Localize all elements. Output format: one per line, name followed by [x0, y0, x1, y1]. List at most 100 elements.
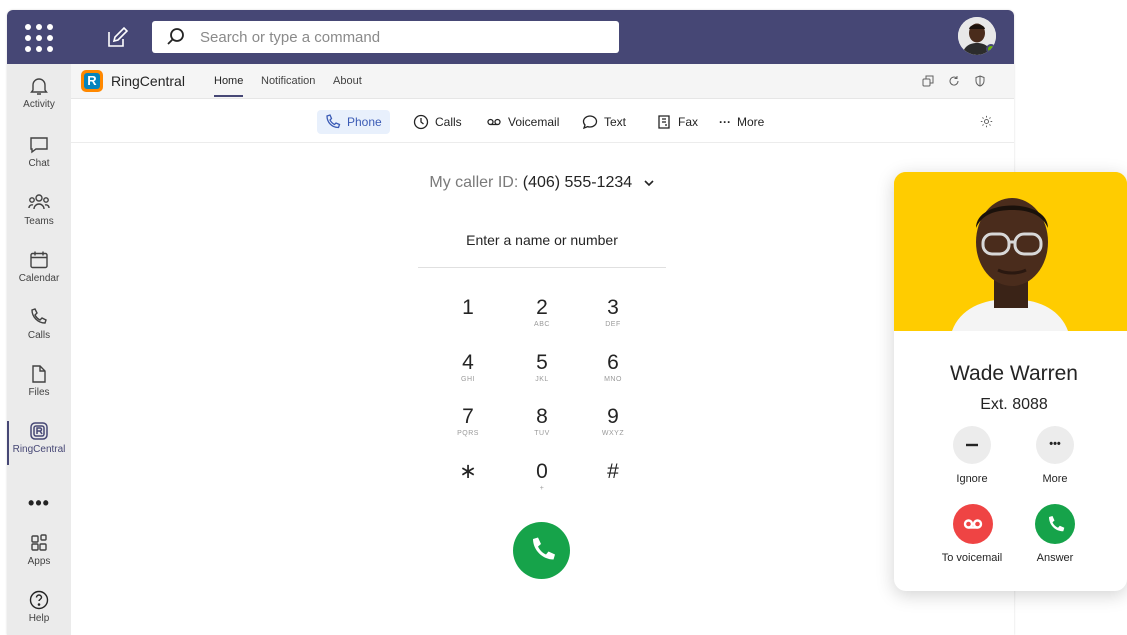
rail-label: Apps: [27, 556, 51, 567]
rail-item-ringcentral[interactable]: RingCentral: [7, 421, 71, 477]
phone-icon: [326, 114, 341, 129]
caller-portrait-icon: [894, 172, 1127, 331]
rail-item-activity[interactable]: Activity: [7, 76, 71, 132]
subtab-calls[interactable]: Calls: [405, 110, 470, 134]
search-bar[interactable]: Search or type a command: [152, 21, 619, 53]
key-digit: 3: [607, 296, 619, 319]
help-icon: [29, 590, 49, 610]
compose-icon[interactable]: [105, 26, 129, 50]
rail-item-teams[interactable]: Teams: [7, 193, 71, 249]
answer-label: Answer: [1036, 552, 1074, 564]
rail-item-calls[interactable]: Calls: [7, 307, 71, 363]
subtab-label: Voicemail: [508, 115, 560, 129]
dialpad-key[interactable]: #: [583, 460, 643, 504]
key-digit: 9: [607, 405, 619, 428]
key-digit: 4: [462, 351, 474, 374]
bell-icon: [30, 78, 48, 95]
key-letters: GHI: [461, 376, 475, 383]
rail-item-files[interactable]: Files: [7, 364, 71, 420]
rail-item-calendar[interactable]: Calendar: [7, 250, 71, 306]
dialpad-key[interactable]: 0 +: [512, 460, 572, 504]
dialpad-key[interactable]: 9 WXYZ: [583, 405, 643, 449]
presence-available-icon: [986, 44, 996, 54]
subtab-voicemail[interactable]: Voicemail: [478, 110, 567, 134]
subtab-phone[interactable]: Phone: [317, 110, 390, 134]
chat-icon: [30, 137, 48, 154]
key-letters: DEF: [605, 321, 621, 328]
settings-gear-icon[interactable]: [980, 115, 993, 128]
to-voicemail-button[interactable]: [953, 504, 993, 544]
subtab-label: Calls: [435, 115, 462, 129]
file-icon: [32, 365, 46, 383]
dialpad-key[interactable]: 8 TUV: [512, 405, 572, 449]
dialpad-key[interactable]: ∗: [438, 460, 498, 504]
more-apps-button[interactable]: •••: [7, 493, 71, 514]
dialpad-key[interactable]: 1: [438, 296, 498, 340]
more-label: More: [1042, 473, 1068, 485]
teams-icon: [28, 194, 50, 210]
refresh-icon[interactable]: [948, 75, 960, 87]
dialpad-key[interactable]: 7 PQRS: [438, 405, 498, 449]
search-input[interactable]: Search or type a command: [200, 29, 380, 46]
key-letters: +: [539, 485, 545, 492]
dialpad-key[interactable]: 4 GHI: [438, 351, 498, 395]
teams-window: Search or type a command Activity Chat T…: [7, 10, 1014, 635]
incoming-call-card: Wade Warren Ext. 8088 Ignore ••• More To…: [894, 172, 1127, 591]
more-icon: ···: [719, 115, 731, 129]
more-icon: •••: [1049, 438, 1061, 450]
key-digit: ∗: [459, 460, 477, 483]
privacy-icon[interactable]: [974, 75, 986, 87]
user-avatar[interactable]: [958, 17, 996, 55]
key-digit: 1: [462, 296, 474, 319]
caller-id-label: My caller ID:: [429, 174, 519, 191]
rail-item-apps[interactable]: Apps: [7, 533, 71, 589]
minus-icon: [966, 443, 978, 447]
dialpad-key[interactable]: 5 JKL: [512, 351, 572, 395]
subtab-label: Phone: [347, 115, 382, 129]
rail-item-help[interactable]: Help: [7, 590, 71, 635]
ignore-label: Ignore: [956, 473, 988, 485]
subtab-fax[interactable]: Fax: [648, 110, 706, 134]
dialpad-key[interactable]: 6 MNO: [583, 351, 643, 395]
voicemail-icon: [487, 118, 501, 126]
title-bar: Search or type a command: [7, 10, 1014, 64]
rail-label: Calls: [27, 330, 51, 341]
phone-subnav: Phone Calls Voicemail Text Fax ··· More: [71, 99, 1014, 143]
dialpad-key[interactable]: 3 DEF: [583, 296, 643, 340]
more-button[interactable]: •••: [1036, 426, 1074, 464]
ignore-button[interactable]: [953, 426, 991, 464]
popout-icon[interactable]: [922, 75, 934, 87]
key-digit: 0: [536, 460, 548, 483]
app-name: RingCentral: [111, 73, 185, 89]
key-letters: JKL: [535, 376, 549, 383]
tab-about[interactable]: About: [333, 75, 362, 87]
subtab-text[interactable]: Text: [574, 110, 634, 134]
fax-icon: [658, 115, 670, 129]
phone-icon: [31, 308, 47, 324]
dialpad-key[interactable]: 2 ABC: [512, 296, 572, 340]
dial-call-button[interactable]: [513, 522, 570, 579]
rail-label: Help: [28, 613, 50, 624]
tab-notification[interactable]: Notification: [261, 75, 315, 87]
subtab-more[interactable]: ··· More: [711, 110, 772, 134]
apps-icon: [31, 534, 47, 551]
app-launcher-icon[interactable]: [23, 22, 53, 52]
key-digit: 5: [536, 351, 548, 374]
rail-label: RingCentral: [12, 444, 66, 455]
key-letters: MNO: [604, 376, 622, 383]
key-letters: ABC: [534, 321, 550, 328]
search-icon: [167, 28, 184, 45]
key-digit: 7: [462, 405, 474, 428]
clock-icon: [413, 114, 429, 130]
key-letters: PQRS: [457, 430, 479, 437]
phone-icon: [1049, 516, 1065, 532]
rail-label: Chat: [28, 158, 50, 169]
caller-name: Wade Warren: [950, 362, 1078, 385]
caller-id-value: (406) 555-1234: [522, 174, 633, 191]
answer-button[interactable]: [1035, 504, 1075, 544]
key-digit: #: [607, 460, 619, 483]
app-rail: Activity Chat Teams Calendar Calls Files…: [7, 64, 71, 635]
tab-home[interactable]: Home: [214, 75, 244, 97]
to-voicemail-label: To voicemail: [941, 552, 1003, 564]
number-input[interactable]: Enter a name or number: [418, 232, 666, 248]
